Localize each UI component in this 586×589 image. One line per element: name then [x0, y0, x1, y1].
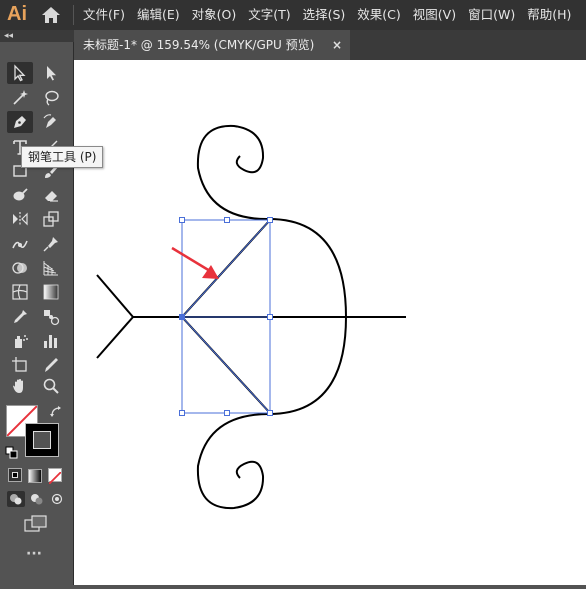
- none-mode-icon[interactable]: [48, 468, 62, 485]
- draw-behind-icon[interactable]: [28, 491, 46, 507]
- menu-help[interactable]: 帮助(H): [527, 0, 571, 30]
- shaper-tool-icon[interactable]: [7, 184, 33, 206]
- color-mode-icon[interactable]: [8, 468, 22, 482]
- stroke-swatch[interactable]: [25, 423, 59, 457]
- toolbar-header: ◂◂: [0, 30, 74, 42]
- arrow-tail-stroke: [96, 274, 135, 359]
- reflect-tool-icon[interactable]: [7, 208, 33, 230]
- menu-effect[interactable]: 效果(C): [357, 0, 400, 30]
- tools-panel: ···: [0, 42, 74, 585]
- draw-inside-icon[interactable]: [48, 491, 66, 507]
- artboard-tool-icon[interactable]: [7, 354, 33, 376]
- top-spiral-stroke: [196, 124, 270, 221]
- menu-edit[interactable]: 编辑(E): [137, 0, 180, 30]
- pen-tool-icon[interactable]: [7, 111, 33, 133]
- home-icon[interactable]: [41, 6, 61, 24]
- mesh-tool-icon[interactable]: [7, 281, 33, 303]
- anchor-points: [180, 315, 184, 319]
- gradient-tool-icon[interactable]: [38, 281, 64, 303]
- screen-mode-icon[interactable]: [24, 515, 48, 533]
- curvature-tool-icon[interactable]: [38, 111, 64, 133]
- eyedropper-tool-icon[interactable]: [7, 306, 33, 328]
- close-tab-icon[interactable]: ×: [332, 30, 342, 60]
- hand-tool-icon[interactable]: [7, 375, 33, 397]
- menu-view[interactable]: 视图(V): [413, 0, 456, 30]
- perspective-grid-tool-icon[interactable]: [38, 257, 64, 279]
- artwork: [96, 124, 406, 510]
- column-graph-tool-icon[interactable]: [38, 330, 64, 352]
- menu-divider: [73, 5, 74, 25]
- app-logo: Ai: [7, 3, 27, 25]
- swap-fill-stroke-icon[interactable]: [49, 404, 63, 418]
- menu-file[interactable]: 文件(F): [83, 0, 125, 30]
- slice-tool-icon[interactable]: [38, 354, 64, 376]
- collapse-panel-icon[interactable]: ◂◂: [4, 30, 13, 42]
- zoom-tool-icon[interactable]: [38, 375, 64, 397]
- pen-tool-tooltip: 钢笔工具 (P): [21, 146, 104, 168]
- document-tab-bar: 未标题-1* @ 159.54% (CMYK/GPU 预览) ×: [74, 30, 586, 60]
- blend-tool-icon[interactable]: [38, 306, 64, 328]
- document-tab[interactable]: 未标题-1* @ 159.54% (CMYK/GPU 预览) ×: [74, 30, 350, 60]
- magic-wand-tool-icon[interactable]: [7, 87, 33, 109]
- annotation-arrow-shaft: [171, 246, 211, 273]
- eraser-tool-icon[interactable]: [38, 184, 64, 206]
- document-tab-title: 未标题-1* @ 159.54% (CMYK/GPU 预览): [83, 38, 315, 52]
- selection-tool-icon[interactable]: [7, 62, 33, 84]
- menu-select[interactable]: 选择(S): [303, 0, 346, 30]
- more-tools-icon[interactable]: ···: [26, 546, 42, 562]
- artboard-canvas[interactable]: [74, 60, 586, 585]
- shape-builder-tool-icon[interactable]: [7, 257, 33, 279]
- default-colors-icon[interactable]: [5, 445, 19, 459]
- menu-bar: Ai 文件(F) 编辑(E) 对象(O) 文字(T) 选择(S) 效果(C) 视…: [0, 0, 586, 30]
- menu-window[interactable]: 窗口(W): [468, 0, 515, 30]
- menu-type[interactable]: 文字(T): [248, 0, 290, 30]
- scale-tool-icon[interactable]: [38, 208, 64, 230]
- gradient-mode-icon[interactable]: [28, 468, 42, 483]
- lasso-tool-icon[interactable]: [38, 87, 64, 109]
- direct-selection-tool-icon[interactable]: [38, 62, 64, 84]
- symbol-sprayer-tool-icon[interactable]: [7, 330, 33, 352]
- puppet-warp-tool-icon[interactable]: [38, 233, 64, 255]
- menu-object[interactable]: 对象(O): [192, 0, 237, 30]
- width-tool-icon[interactable]: [7, 233, 33, 255]
- draw-normal-icon[interactable]: [7, 491, 25, 507]
- bottom-spiral-stroke: [196, 413, 270, 510]
